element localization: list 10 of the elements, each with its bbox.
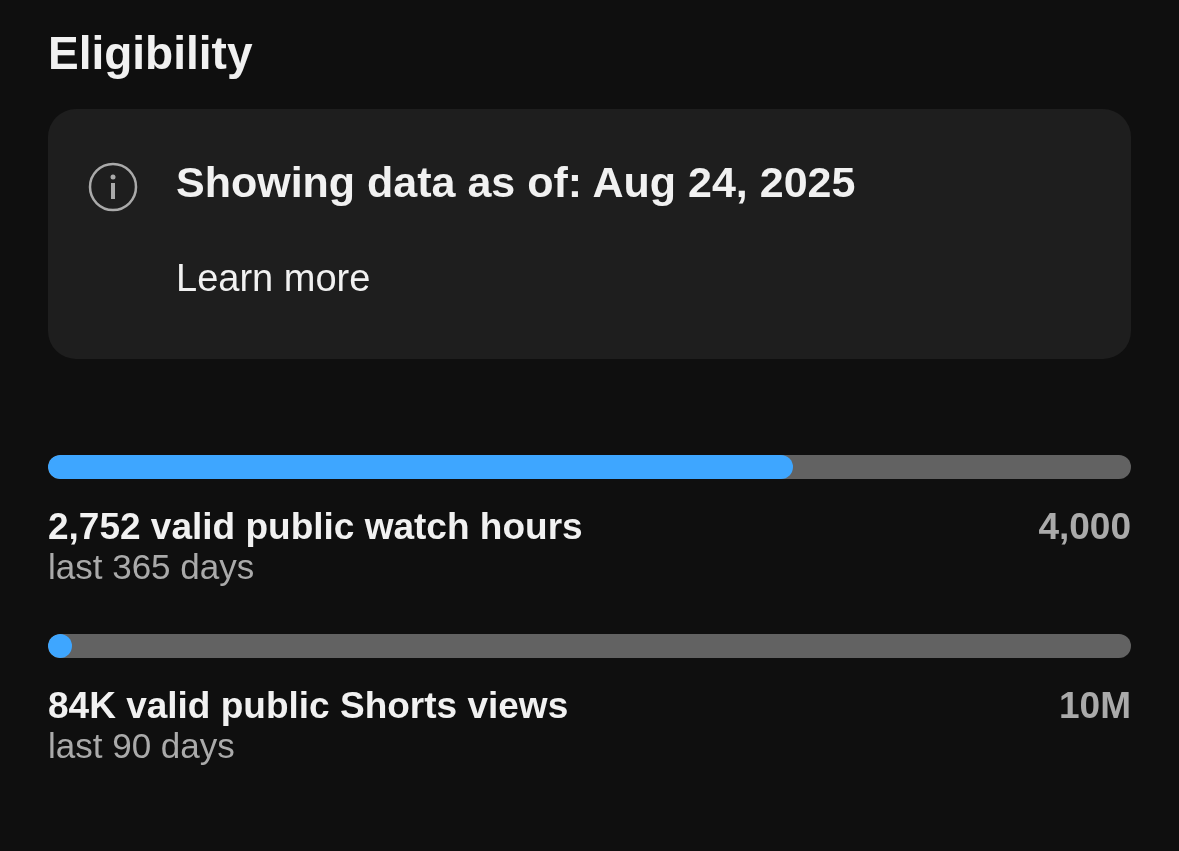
metric-target: 4,000 <box>1038 506 1131 548</box>
metric-period: last 365 days <box>48 546 255 586</box>
learn-more-link[interactable]: Learn more <box>176 249 371 307</box>
metric-target: 10M <box>1059 686 1131 727</box>
metric-period: last 90 days <box>48 725 235 765</box>
page-title: Eligibility <box>48 28 254 79</box>
metric-label: 84K valid public Shorts views <box>48 686 569 727</box>
info-icon <box>88 161 138 212</box>
metric-label: 2,752 valid public watch hours <box>48 506 583 548</box>
notice-text: Showing data as of: Aug 24, 2025 <box>176 158 856 206</box>
